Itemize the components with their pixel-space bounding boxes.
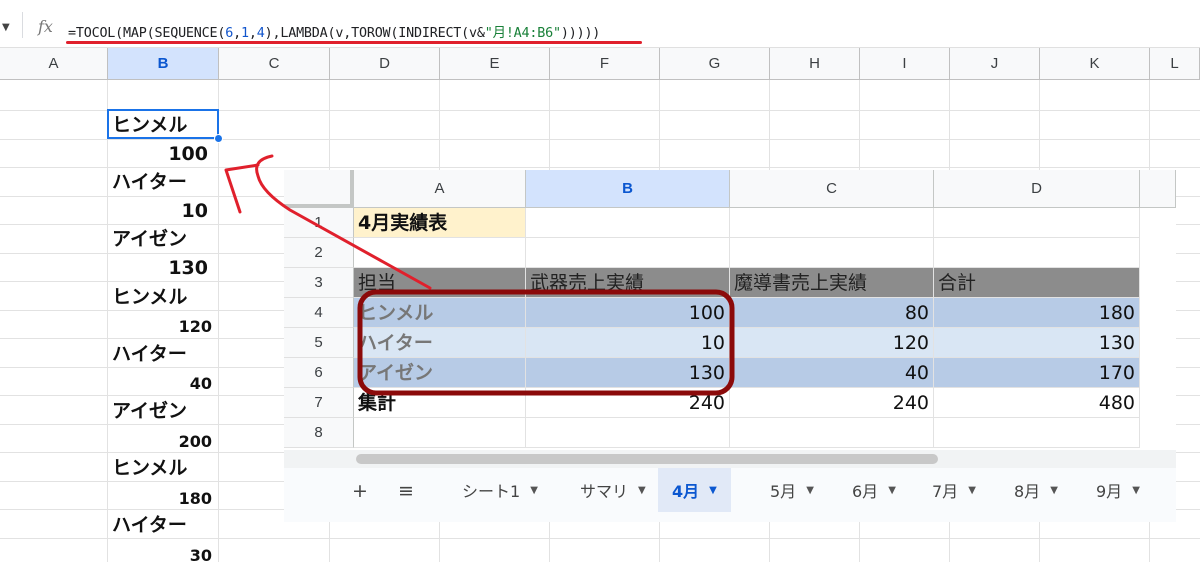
arrow-annotation — [255, 154, 432, 290]
highlight-box-annotation — [357, 289, 735, 396]
arrowhead-annotation — [224, 163, 260, 214]
annotation-overlay — [224, 154, 735, 396]
